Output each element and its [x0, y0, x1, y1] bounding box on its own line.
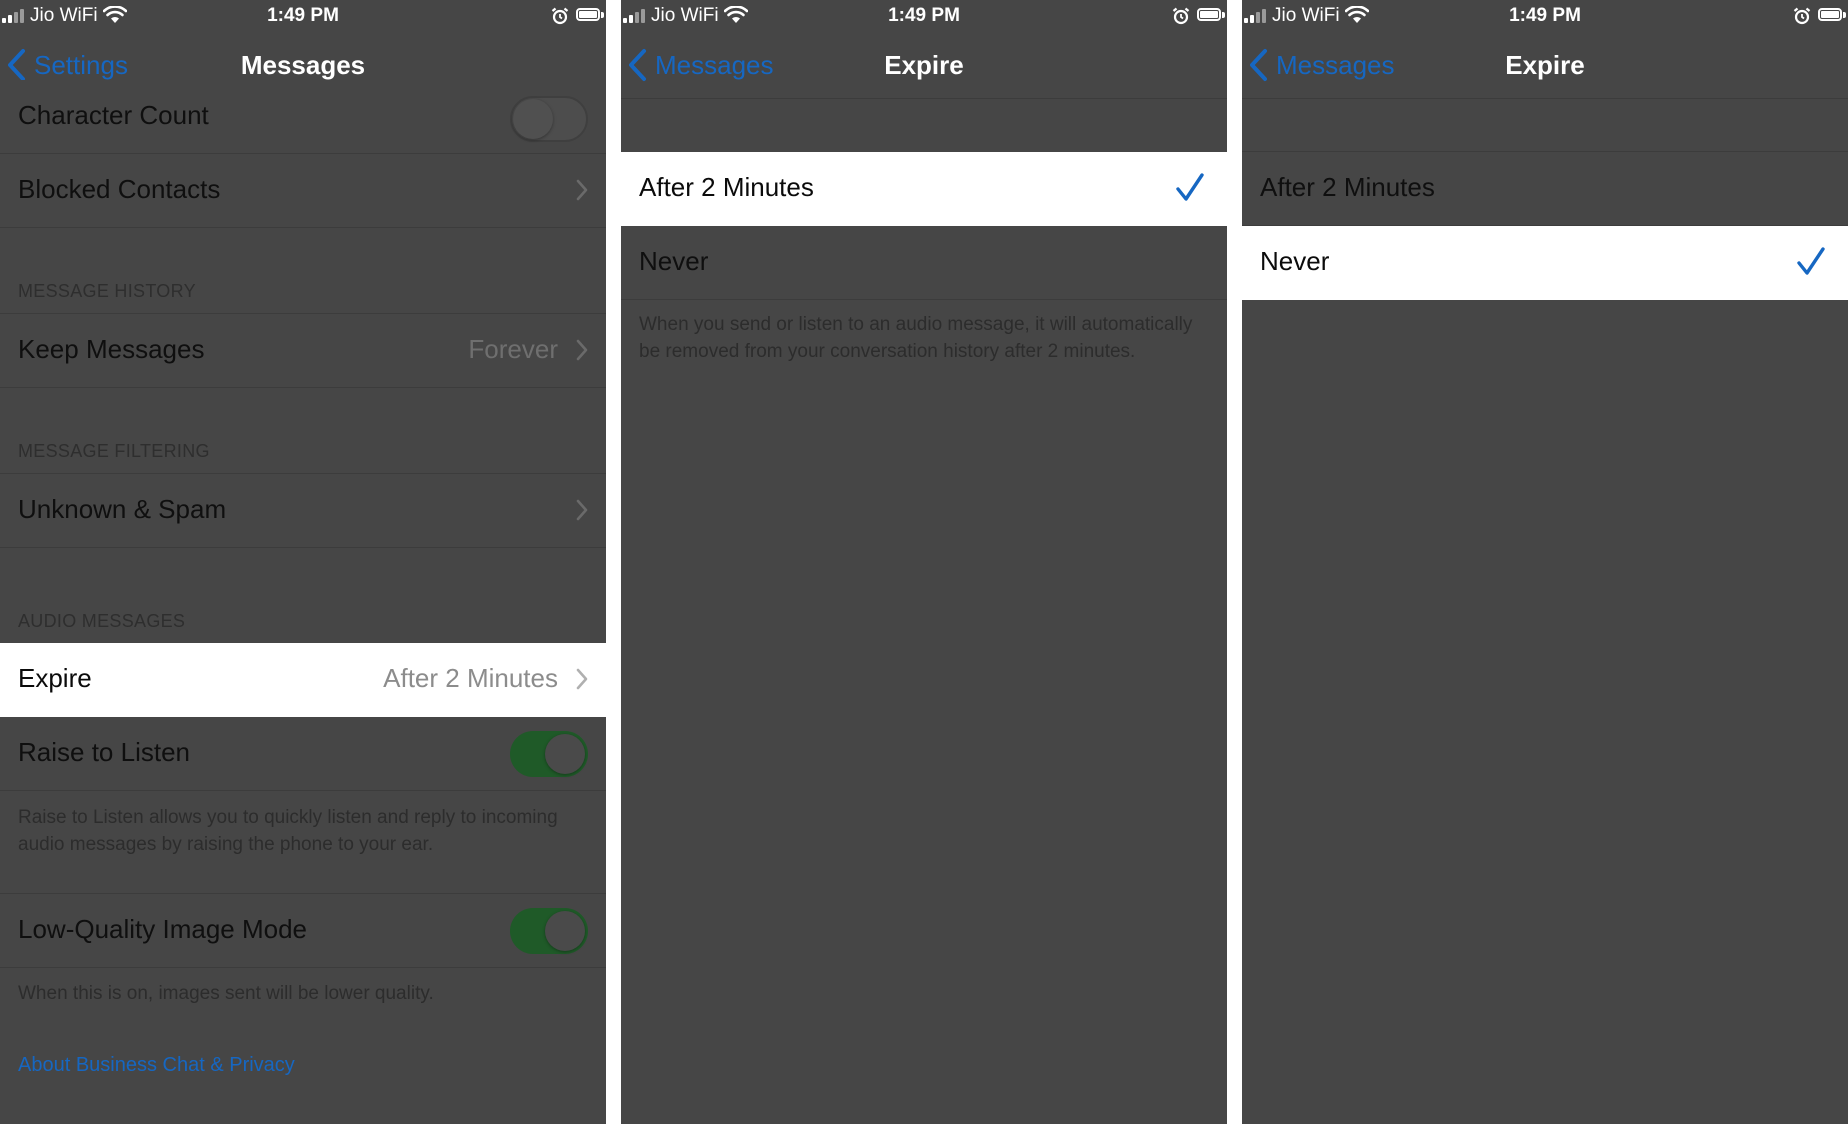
character-count-toggle[interactable]: [510, 96, 588, 142]
alarm-icon: [1793, 7, 1811, 25]
page-title: Expire: [884, 50, 964, 80]
character-count-row: Character Count: [0, 80, 606, 154]
section-header-message-filtering: MESSAGE FILTERING: [18, 441, 210, 461]
navigation-bar: Messages Expire: [621, 32, 1227, 99]
section-header-audio-messages: AUDIO MESSAGES: [18, 611, 186, 631]
alarm-icon: [1172, 7, 1190, 25]
chevron-right-icon: [576, 179, 588, 201]
checkmark-icon: [1176, 173, 1204, 201]
raise-to-listen-footnote: Raise to Listen allows you to quickly li…: [18, 807, 558, 855]
clock: 1:49 PM: [1509, 5, 1581, 26]
toggle-knob: [513, 99, 553, 139]
row-label: Expire: [18, 663, 92, 693]
row-label: Low-Quality Image Mode: [18, 914, 308, 944]
navigation-bar: Messages Expire: [1242, 32, 1848, 99]
expire-footnote: When you send or listen to an audio mess…: [639, 314, 1193, 362]
row-label: After 2 Minutes: [639, 172, 814, 202]
option-never[interactable]: Never: [1242, 226, 1848, 300]
row-value: After 2 Minutes: [383, 663, 558, 693]
battery-icon: [1818, 8, 1842, 21]
row-label: Character Count: [18, 100, 209, 130]
page-title: Messages: [240, 50, 366, 80]
option-after-2-minutes[interactable]: After 2 Minutes: [1242, 152, 1848, 226]
unknown-spam-row[interactable]: Unknown & Spam: [0, 474, 606, 548]
row-label: Never: [639, 246, 709, 276]
low-quality-image-mode-row: Low-Quality Image Mode: [0, 894, 606, 968]
expire-row[interactable]: Expire After 2 Minutes: [0, 643, 606, 717]
expire-screen-after-2-minutes: Jio WiFi 1:49 PM Messages Expire After 2…: [621, 0, 1227, 1124]
option-never[interactable]: Never: [621, 226, 1227, 300]
toggle-knob: [545, 734, 585, 774]
blocked-contacts-row[interactable]: Blocked Contacts: [0, 154, 606, 228]
battery-tip: [601, 12, 604, 18]
alarm-icon: [551, 7, 569, 25]
page-title: Expire: [1505, 50, 1585, 80]
raise-to-listen-row: Raise to Listen: [0, 717, 606, 791]
row-label: Never: [1260, 246, 1330, 276]
battery-icon: [1197, 8, 1221, 21]
row-label: Blocked Contacts: [18, 174, 221, 204]
keep-messages-row[interactable]: Keep Messages Forever: [0, 314, 606, 388]
section-header-message-history: MESSAGE HISTORY: [18, 281, 196, 301]
row-label: Unknown & Spam: [18, 494, 227, 524]
status-bar: Jio WiFi 1:49 PM: [621, 0, 1227, 32]
status-bar: Jio WiFi 1:49 PM: [0, 0, 606, 32]
raise-to-listen-toggle[interactable]: [510, 731, 588, 777]
clock: 1:49 PM: [888, 5, 960, 26]
row-value: Forever: [468, 334, 558, 364]
messages-settings-screen: Jio WiFi 1:49 PM Settings Messages Chara…: [0, 0, 606, 1124]
row-label: After 2 Minutes: [1260, 172, 1435, 202]
low-quality-footnote: When this is on, images sent will be low…: [18, 983, 434, 1004]
status-bar: Jio WiFi 1:49 PM: [1242, 0, 1848, 32]
checkmark-icon: [1797, 247, 1825, 275]
clock: 1:49 PM: [267, 5, 339, 26]
about-business-chat-link[interactable]: About Business Chat & Privacy: [18, 1054, 295, 1077]
row-label: Raise to Listen: [18, 737, 190, 767]
chevron-right-icon: [576, 339, 588, 361]
chevron-right-icon: [576, 668, 588, 690]
toggle-knob: [545, 911, 585, 951]
row-label: Keep Messages: [18, 334, 205, 364]
chevron-right-icon: [576, 499, 588, 521]
battery-tip: [1222, 12, 1225, 18]
battery-tip: [1843, 12, 1846, 18]
option-after-2-minutes[interactable]: After 2 Minutes: [621, 152, 1227, 226]
battery-icon: [576, 8, 600, 21]
low-quality-image-mode-toggle[interactable]: [510, 908, 588, 954]
expire-screen-never: Jio WiFi 1:49 PM Messages Expire After 2…: [1242, 0, 1848, 1124]
